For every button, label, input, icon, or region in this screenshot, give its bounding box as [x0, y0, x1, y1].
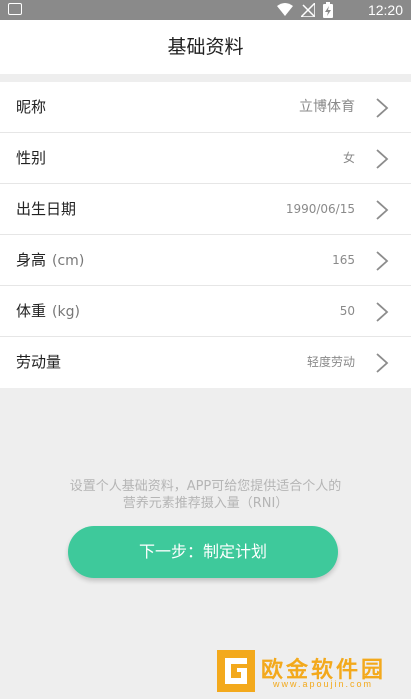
row-unit: (kg) [52, 304, 80, 320]
battery-charging-icon [323, 2, 333, 18]
chevron-right-icon [376, 302, 389, 322]
row-value: 165 [332, 253, 355, 267]
no-signal-icon [301, 3, 315, 17]
row-label: 劳动量 [16, 353, 62, 371]
chevron-right-icon [376, 200, 389, 220]
chevron-right-icon [376, 251, 389, 271]
row-value: 女 [342, 151, 355, 165]
row-activity-level[interactable]: 劳动量 轻度劳动 [0, 337, 411, 388]
chevron-right-icon [376, 353, 389, 373]
row-label: 体重 [16, 302, 47, 320]
row-value: 轻度劳动 [306, 355, 355, 369]
row-weight[interactable]: 体重 (kg) 50 [0, 286, 411, 337]
next-step-button[interactable]: 下一步：制定计划 [68, 526, 338, 578]
row-label: 性别 [16, 149, 47, 167]
row-label: 昵称 [16, 98, 47, 116]
hint-line-2: 营养元素推荐摄入量（RNI） [122, 496, 289, 511]
row-nickname[interactable]: 昵称 立博体育 [0, 82, 411, 133]
hint-text: 设置个人基础资料，APP可给您提供适合个人的 营养元素推荐摄入量（RNI） [20, 478, 391, 512]
title-bar: 基础资料 [0, 20, 411, 74]
row-value: 立博体育 [299, 99, 355, 115]
chevron-right-icon [376, 98, 389, 118]
row-gender[interactable]: 性别 女 [0, 133, 411, 184]
row-height[interactable]: 身高 (cm) 165 [0, 235, 411, 286]
wifi-icon [277, 3, 293, 16]
profile-list: 昵称 立博体育 性别 女 出生日期 1990/06/15 身高 (cm) 165 … [0, 82, 411, 388]
row-value: 1990/06/15 [285, 202, 355, 216]
row-label: 身高 [16, 251, 47, 269]
row-birthdate[interactable]: 出生日期 1990/06/15 [0, 184, 411, 235]
watermark-url: www.apoujin.com [273, 679, 374, 689]
watermark-logo-icon [217, 650, 255, 692]
chevron-right-icon [376, 149, 389, 169]
row-value: 50 [339, 304, 355, 318]
status-time: 12:20 [367, 2, 403, 18]
row-unit: (cm) [52, 253, 85, 269]
row-label: 出生日期 [16, 200, 77, 218]
hint-line-1: 设置个人基础资料，APP可给您提供适合个人的 [69, 479, 342, 494]
page-title: 基础资料 [167, 36, 244, 58]
watermark: 欧金软件园 www.apoujin.com [215, 648, 405, 694]
status-bar: 12:20 [0, 0, 411, 20]
notification-icon [8, 3, 22, 15]
